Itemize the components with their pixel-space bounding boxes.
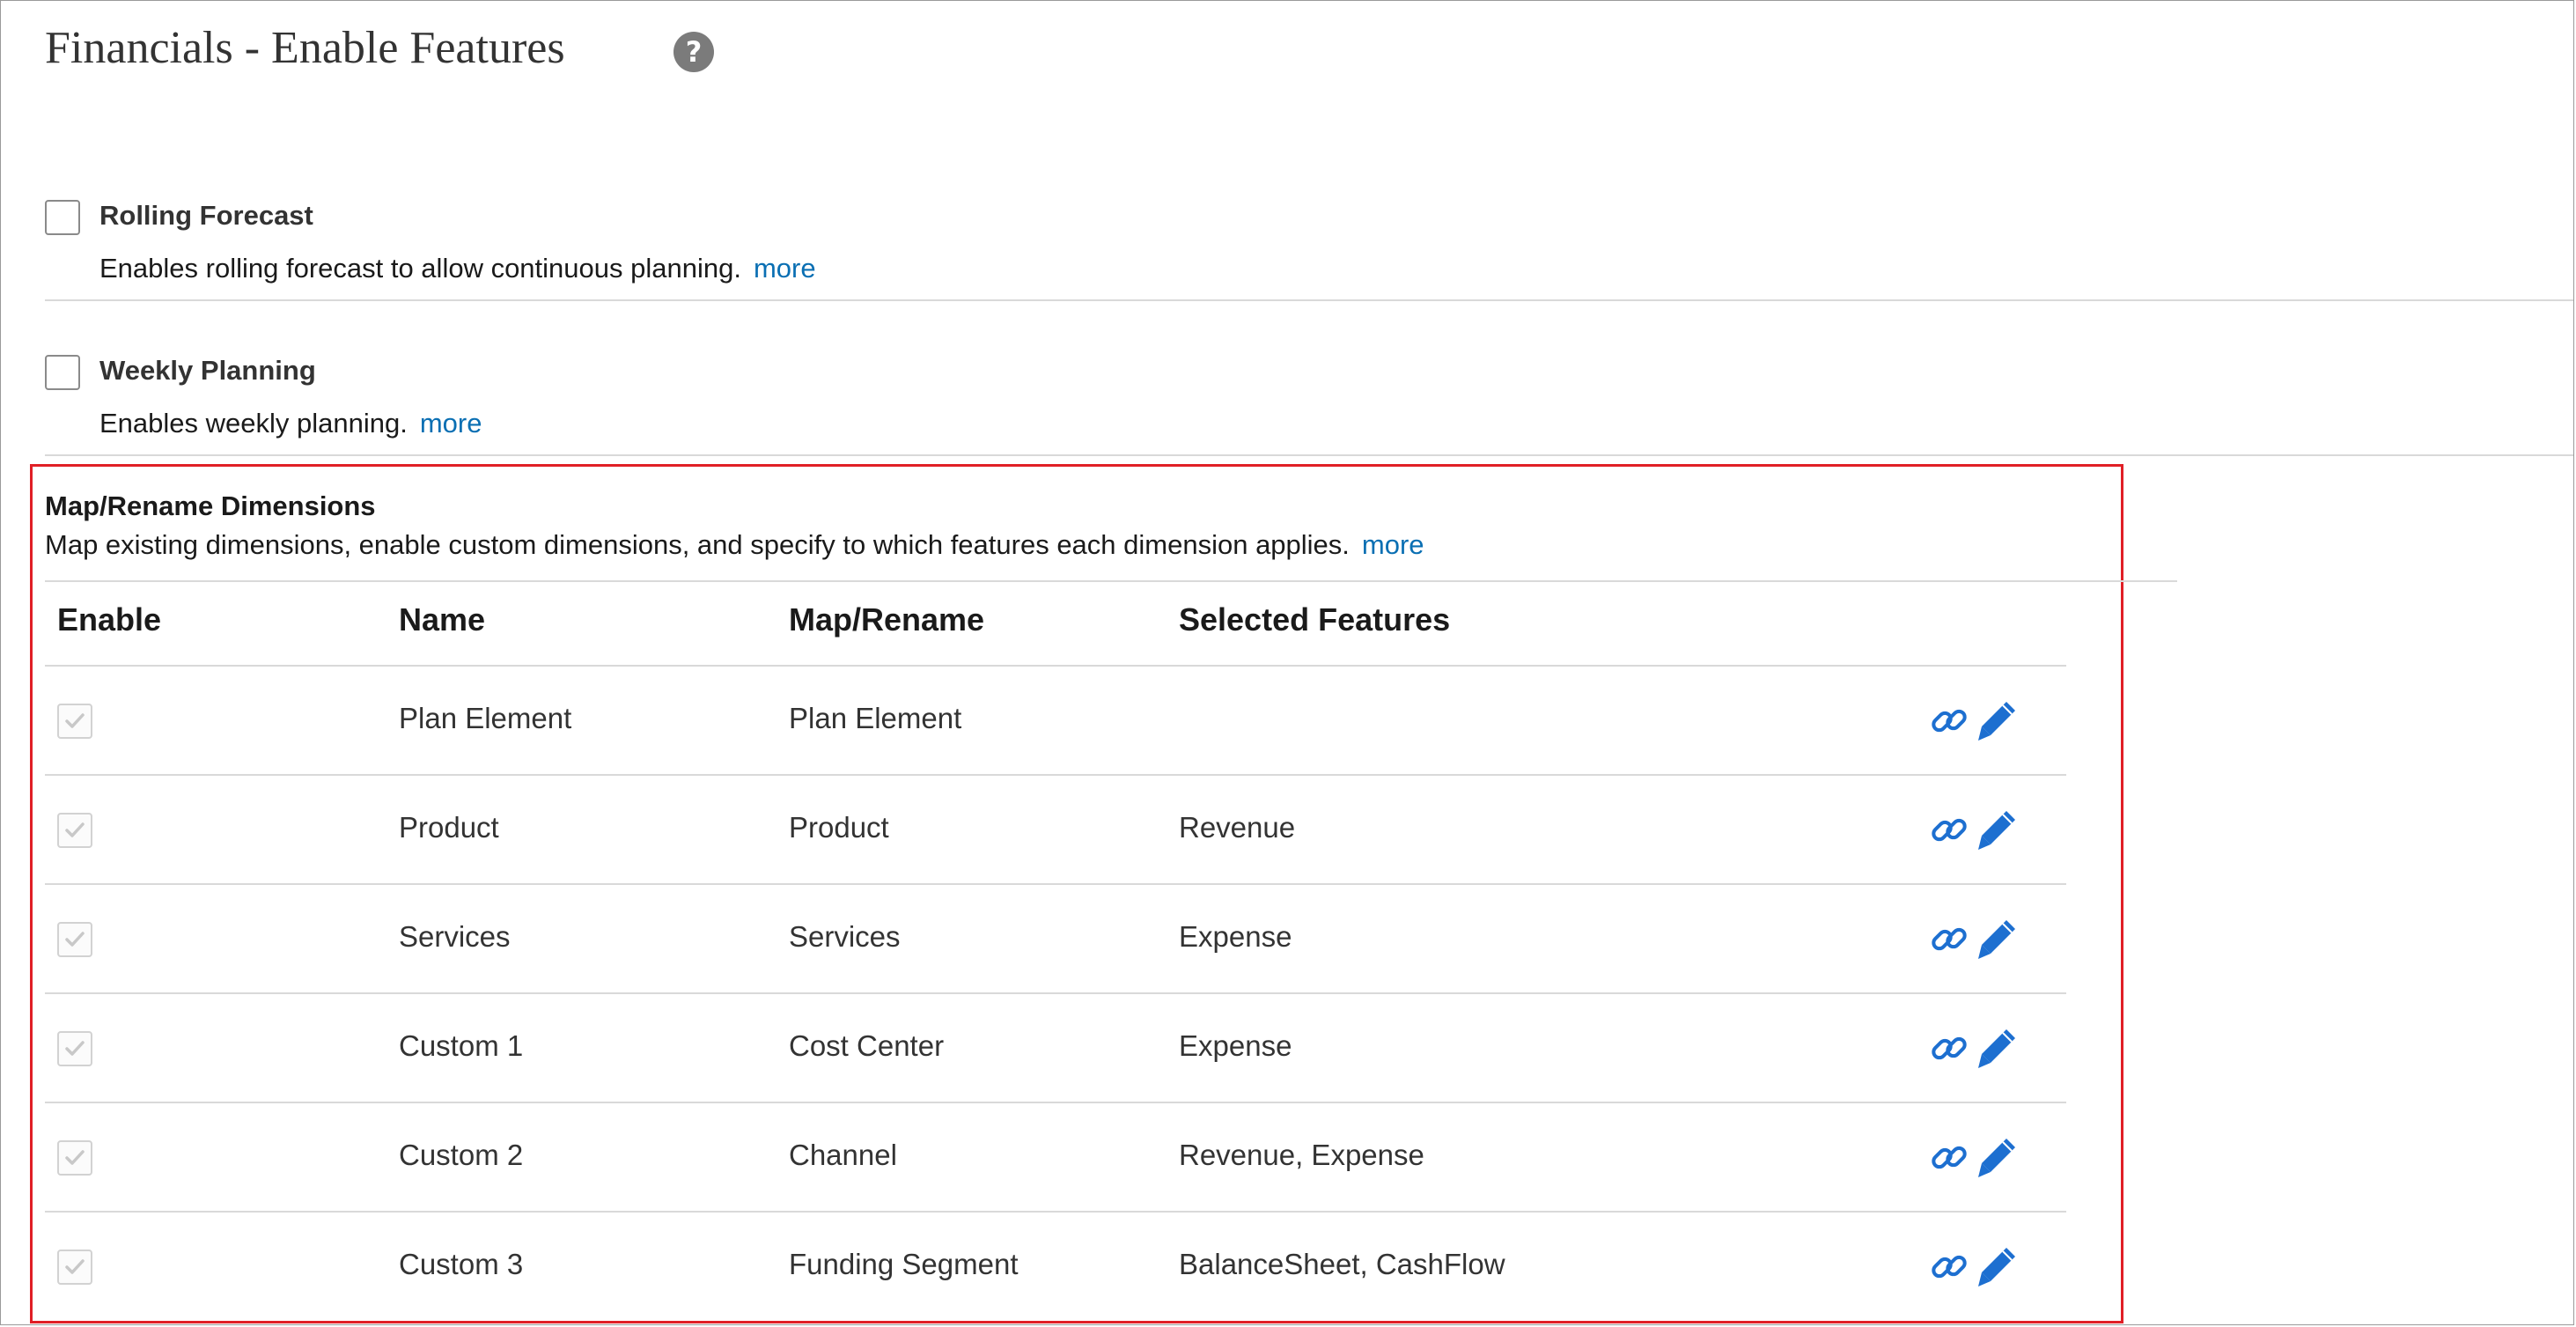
row-actions bbox=[1929, 1026, 2026, 1072]
table-header-divider bbox=[45, 580, 2177, 582]
table-row: Custom 3 Funding Segment BalanceSheet, Cas… bbox=[45, 1211, 2066, 1320]
row-map-rename: Cost Center bbox=[789, 1029, 945, 1062]
row-selected-features: Expense bbox=[1179, 1029, 1292, 1062]
table-row: Product Product Revenue bbox=[45, 774, 2066, 883]
help-icon[interactable]: ? bbox=[673, 32, 714, 72]
page-title: Financials - Enable Features bbox=[45, 23, 565, 73]
pencil-icon[interactable] bbox=[1976, 698, 2019, 744]
link-icon[interactable] bbox=[1929, 917, 1971, 962]
pencil-icon[interactable] bbox=[1976, 1244, 2019, 1290]
row-actions bbox=[1929, 698, 2026, 744]
row-enable-checkbox[interactable] bbox=[57, 1250, 92, 1285]
table-row: Services Services Expense bbox=[45, 883, 2066, 992]
column-header-selected-features: Selected Features bbox=[1179, 601, 1451, 638]
weekly-planning-title: Weekly Planning bbox=[99, 355, 316, 386]
pencil-icon[interactable] bbox=[1976, 807, 2019, 853]
row-map-rename: Funding Segment bbox=[789, 1248, 1019, 1280]
link-icon[interactable] bbox=[1929, 807, 1971, 853]
column-header-enable: Enable bbox=[57, 601, 162, 638]
weekly-planning-more-link[interactable]: more bbox=[420, 408, 482, 439]
link-icon[interactable] bbox=[1929, 1244, 1971, 1290]
table-row: Custom 1 Cost Center Expense bbox=[45, 992, 2066, 1102]
row-actions bbox=[1929, 807, 2026, 853]
row-enable-checkbox[interactable] bbox=[57, 1031, 92, 1066]
rolling-forecast-more-link[interactable]: more bbox=[754, 253, 816, 284]
table-row: Plan Element Plan Element bbox=[45, 665, 2066, 774]
map-rename-description-text: Map existing dimensions, enable custom d… bbox=[45, 529, 1350, 560]
row-name: Services bbox=[399, 920, 511, 953]
link-icon[interactable] bbox=[1929, 1026, 1971, 1072]
link-icon[interactable] bbox=[1929, 698, 1971, 744]
row-name: Custom 1 bbox=[399, 1029, 524, 1062]
row-actions bbox=[1929, 917, 2026, 962]
weekly-planning-description: Enables weekly planning. more bbox=[99, 408, 482, 439]
map-rename-more-link[interactable]: more bbox=[1362, 529, 1424, 560]
row-selected-features: Expense bbox=[1179, 920, 1292, 953]
rolling-forecast-checkbox[interactable] bbox=[45, 200, 80, 235]
column-header-map-rename: Map/Rename bbox=[789, 601, 985, 638]
column-header-name: Name bbox=[399, 601, 486, 638]
row-enable-checkbox[interactable] bbox=[57, 813, 92, 848]
divider bbox=[45, 454, 2573, 456]
row-selected-features: BalanceSheet, CashFlow bbox=[1179, 1248, 1505, 1280]
row-actions bbox=[1929, 1135, 2026, 1181]
link-icon[interactable] bbox=[1929, 1135, 1971, 1181]
row-map-rename: Services bbox=[789, 920, 901, 953]
pencil-icon[interactable] bbox=[1976, 1135, 2019, 1181]
weekly-planning-checkbox[interactable] bbox=[45, 355, 80, 390]
row-name: Plan Element bbox=[399, 702, 572, 734]
row-map-rename: Plan Element bbox=[789, 702, 962, 734]
rolling-forecast-description: Enables rolling forecast to allow contin… bbox=[99, 253, 816, 284]
row-name: Product bbox=[399, 811, 499, 844]
map-rename-description: Map existing dimensions, enable custom d… bbox=[45, 529, 1424, 561]
row-enable-checkbox[interactable] bbox=[57, 704, 92, 739]
pencil-icon[interactable] bbox=[1976, 1026, 2019, 1072]
row-map-rename: Product bbox=[789, 811, 889, 844]
row-enable-checkbox[interactable] bbox=[57, 1140, 92, 1176]
map-rename-title: Map/Rename Dimensions bbox=[45, 490, 376, 521]
row-name: Custom 3 bbox=[399, 1248, 524, 1280]
table-row: Custom 2 Channel Revenue, Expense bbox=[45, 1102, 2066, 1211]
rolling-forecast-title: Rolling Forecast bbox=[99, 200, 313, 231]
row-selected-features: Revenue bbox=[1179, 811, 1296, 844]
divider bbox=[45, 299, 2573, 301]
row-enable-checkbox[interactable] bbox=[57, 922, 92, 957]
row-map-rename: Channel bbox=[789, 1139, 897, 1171]
weekly-planning-description-text: Enables weekly planning. bbox=[99, 408, 408, 439]
row-name: Custom 2 bbox=[399, 1139, 524, 1171]
row-selected-features: Revenue, Expense bbox=[1179, 1139, 1424, 1171]
rolling-forecast-description-text: Enables rolling forecast to allow contin… bbox=[99, 253, 741, 284]
page-frame: Financials - Enable Features ? Rolling F… bbox=[0, 0, 2574, 1325]
pencil-icon[interactable] bbox=[1976, 917, 2019, 962]
row-actions bbox=[1929, 1244, 2026, 1290]
